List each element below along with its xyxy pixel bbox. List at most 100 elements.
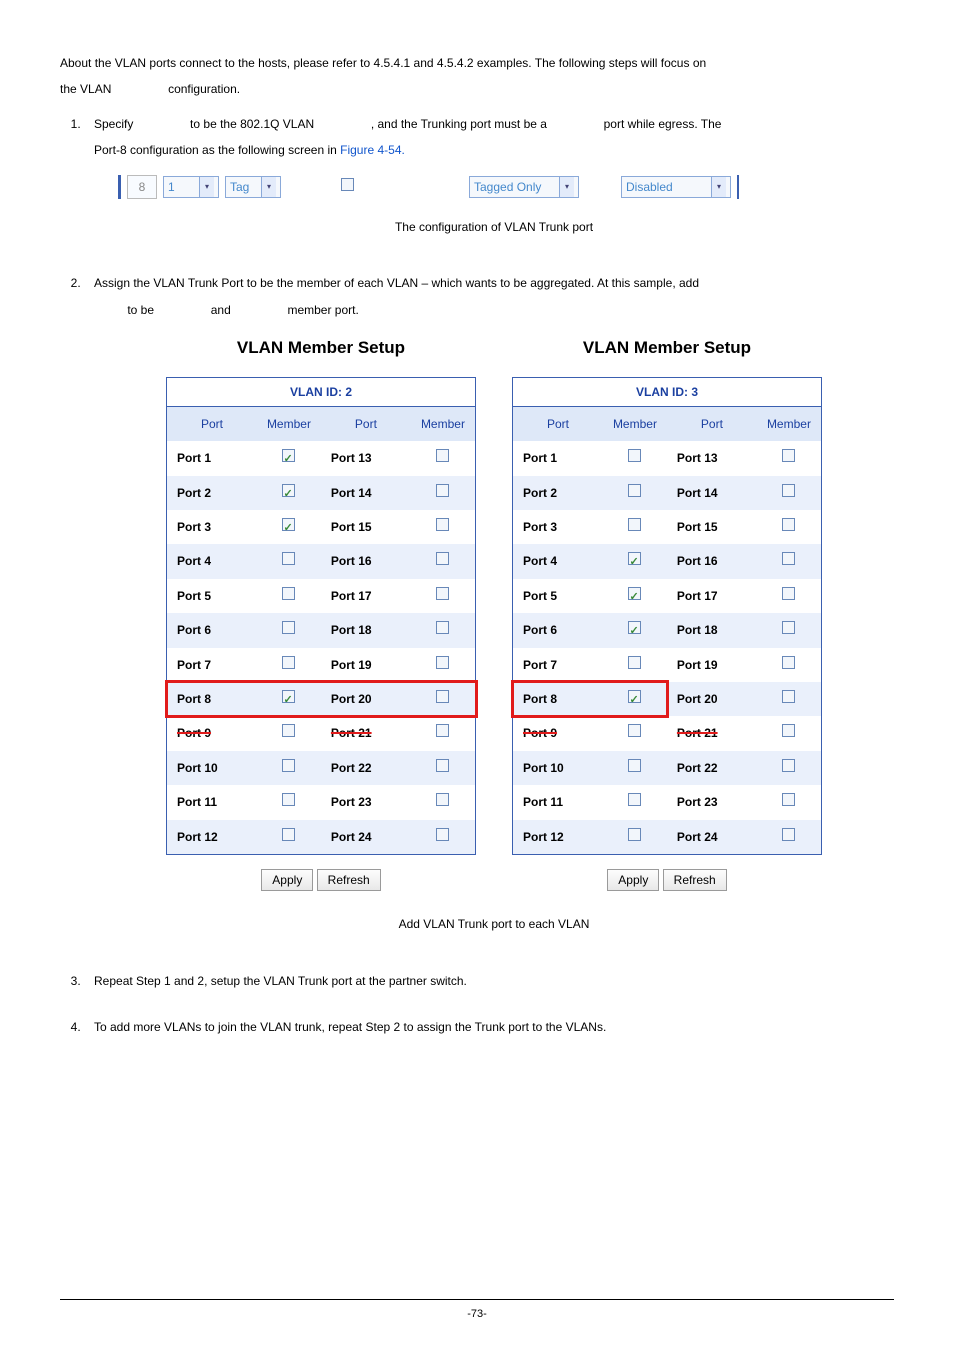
port-name-cell: Port 17	[667, 579, 757, 613]
port-number-cell: 8	[127, 175, 157, 199]
member-checkbox-cell	[411, 716, 476, 750]
member-checkbox-cell	[757, 716, 822, 750]
member-checkbox[interactable]	[628, 621, 641, 634]
table-row: Port 5Port 17	[167, 579, 476, 613]
member-checkbox[interactable]	[436, 587, 449, 600]
tag-select[interactable]: Tag ▾	[225, 176, 281, 198]
member-checkbox[interactable]	[282, 484, 295, 497]
refresh-button[interactable]: Refresh	[317, 869, 381, 891]
member-checkbox[interactable]	[282, 656, 295, 669]
member-checkbox-cell	[757, 682, 822, 716]
member-checkbox[interactable]	[282, 690, 295, 703]
member-checkbox[interactable]	[782, 724, 795, 737]
member-checkbox[interactable]	[436, 759, 449, 772]
member-checkbox[interactable]	[628, 793, 641, 806]
table-row: Port 2Port 14	[513, 476, 822, 510]
member-checkbox[interactable]	[782, 656, 795, 669]
intro-paragraph: About the VLAN ports connect to the host…	[60, 50, 894, 103]
member-checkbox[interactable]	[436, 793, 449, 806]
member-checkbox[interactable]	[282, 621, 295, 634]
table-row: Port 11Port 23	[167, 785, 476, 819]
table-row: Port 12Port 24	[513, 820, 822, 855]
apply-button[interactable]: Apply	[607, 869, 659, 891]
step2-text: and	[211, 303, 231, 317]
member-checkbox[interactable]	[436, 621, 449, 634]
member-checkbox[interactable]	[436, 518, 449, 531]
figure-caption: The configuration of VLAN Trunk port	[94, 214, 894, 240]
member-checkbox-cell	[603, 613, 667, 647]
member-checkbox[interactable]	[782, 690, 795, 703]
member-checkbox[interactable]	[782, 793, 795, 806]
step3-text: Repeat Step 1 and 2, setup the VLAN Trun…	[94, 974, 467, 988]
step1-text: Port-8 configuration as the following sc…	[94, 143, 340, 157]
refresh-button[interactable]: Refresh	[663, 869, 727, 891]
member-checkbox[interactable]	[628, 552, 641, 565]
member-checkbox[interactable]	[282, 759, 295, 772]
member-checkbox[interactable]	[782, 759, 795, 772]
port-name-cell: Port 13	[321, 441, 411, 475]
member-checkbox[interactable]	[282, 793, 295, 806]
chevron-down-icon: ▾	[559, 177, 574, 197]
table-header-row: Port Member Port Member	[513, 406, 822, 441]
member-checkbox[interactable]	[782, 552, 795, 565]
col-member: Member	[411, 406, 476, 441]
member-checkbox[interactable]	[436, 828, 449, 841]
member-checkbox-cell	[603, 441, 667, 475]
ingress-value: Disabled	[626, 174, 673, 200]
member-checkbox[interactable]	[628, 587, 641, 600]
vlan-table-3: VLAN ID: 3 Port Member Port Member Port …	[512, 377, 822, 855]
member-checkbox[interactable]	[628, 484, 641, 497]
member-checkbox[interactable]	[436, 484, 449, 497]
member-checkbox[interactable]	[436, 552, 449, 565]
port-name-cell: Port 2	[513, 476, 604, 510]
member-checkbox[interactable]	[628, 690, 641, 703]
table-row: Port 4Port 16	[513, 544, 822, 578]
member-checkbox[interactable]	[282, 552, 295, 565]
member-checkbox-cell	[603, 579, 667, 613]
member-checkbox[interactable]	[628, 724, 641, 737]
port-name-cell: Port 16	[321, 544, 411, 578]
port-name-cell: Port 8	[167, 682, 258, 716]
accept-frame-select[interactable]: Tagged Only ▾	[469, 176, 579, 198]
member-checkbox[interactable]	[628, 656, 641, 669]
port-name-cell: Port 6	[513, 613, 604, 647]
col-port: Port	[167, 406, 258, 441]
table-row: Port 3Port 15	[513, 510, 822, 544]
member-checkbox[interactable]	[282, 449, 295, 462]
member-checkbox[interactable]	[436, 656, 449, 669]
member-checkbox-cell	[603, 648, 667, 682]
pvid-select[interactable]: 1 ▾	[163, 176, 219, 198]
figure-link[interactable]: Figure 4-54.	[340, 143, 405, 157]
port-name-cell: Port 3	[513, 510, 604, 544]
port-name-cell: Port 5	[167, 579, 258, 613]
member-checkbox[interactable]	[282, 724, 295, 737]
col-port: Port	[321, 406, 411, 441]
step2-text: Assign the VLAN Trunk Port to be the mem…	[94, 276, 699, 290]
member-checkbox[interactable]	[436, 724, 449, 737]
member-checkbox-cell	[257, 579, 321, 613]
member-checkbox[interactable]	[628, 518, 641, 531]
member-checkbox[interactable]	[782, 449, 795, 462]
member-checkbox[interactable]	[282, 518, 295, 531]
member-checkbox[interactable]	[628, 449, 641, 462]
untagged-checkbox[interactable]	[341, 178, 354, 191]
ingress-filter-select[interactable]: Disabled ▾	[621, 176, 731, 198]
member-checkbox[interactable]	[782, 518, 795, 531]
member-checkbox-cell	[257, 510, 321, 544]
member-checkbox[interactable]	[782, 484, 795, 497]
member-checkbox[interactable]	[282, 828, 295, 841]
member-checkbox[interactable]	[436, 449, 449, 462]
member-checkbox[interactable]	[782, 587, 795, 600]
member-checkbox[interactable]	[782, 621, 795, 634]
port-config-row: 8 1 ▾ Tag ▾ Tagged Only ▾	[118, 174, 894, 200]
member-checkbox-cell	[757, 648, 822, 682]
member-checkbox[interactable]	[628, 828, 641, 841]
table-row: Port 7Port 19	[167, 648, 476, 682]
member-checkbox[interactable]	[282, 587, 295, 600]
member-checkbox[interactable]	[628, 759, 641, 772]
apply-button[interactable]: Apply	[261, 869, 313, 891]
member-checkbox[interactable]	[782, 828, 795, 841]
port-name-cell: Port 20	[321, 682, 411, 716]
member-checkbox[interactable]	[436, 690, 449, 703]
member-checkbox-cell	[603, 476, 667, 510]
